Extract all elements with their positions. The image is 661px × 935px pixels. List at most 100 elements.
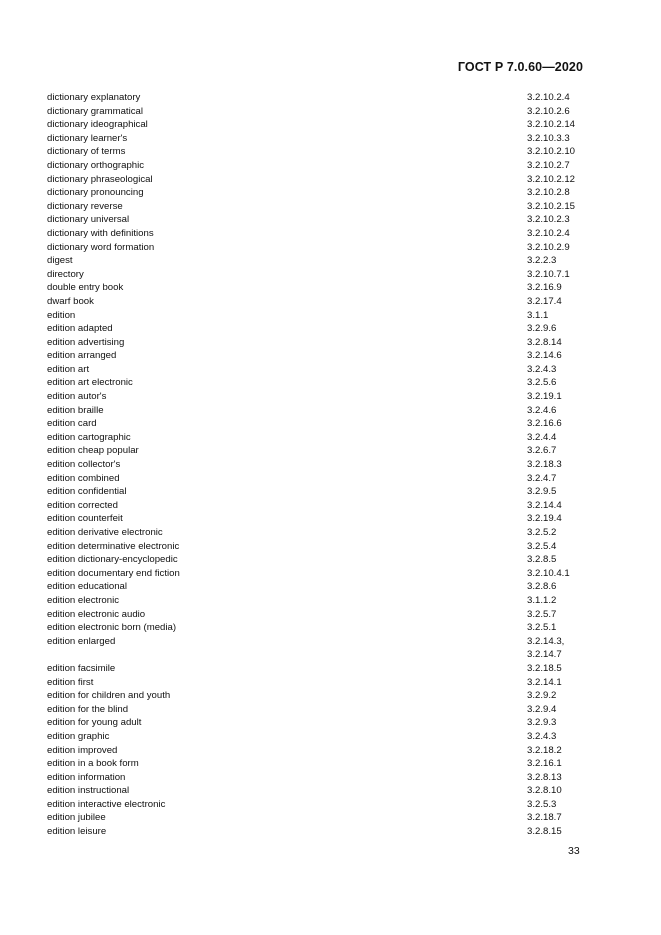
index-reference: 3.2.10.2.4 <box>527 227 570 239</box>
index-term: edition adapted <box>47 323 113 335</box>
index-term: edition for children and youth <box>47 690 171 702</box>
index-reference: 3.2.18.5 <box>527 662 562 674</box>
index-entry: dictionary pronouncing 3.2.10.2.8 <box>47 186 607 200</box>
page-number: 33 <box>568 845 580 857</box>
index-reference: 3.2.14.3, 3.2.14.7 <box>527 635 565 661</box>
index-entry: edition instructional 3.2.8.10 <box>47 784 607 798</box>
index-reference: 3.2.18.7 <box>527 812 562 824</box>
index-entry: edition interactive electronic 3.2.5.3 <box>47 798 607 812</box>
index-term: dictionary grammatical <box>47 105 143 117</box>
index-term: dictionary ideographical <box>47 119 148 131</box>
index-reference: 3.2.5.4 <box>527 540 557 552</box>
index-reference: 3.2.10.3.3 <box>527 132 570 144</box>
index-term: dictionary learner's <box>47 132 128 144</box>
index-entry: dictionary orthographic 3.2.10.2.7 <box>47 159 607 173</box>
index-entry: edition electronic 3.1.1.2 <box>47 594 607 608</box>
index-term: edition cheap popular <box>47 445 139 457</box>
index-term: double entry book <box>47 282 124 294</box>
index-term: edition cartographic <box>47 431 131 443</box>
index-entry: edition first 3.2.14.1 <box>47 676 607 690</box>
index-reference: 3.2.9.5 <box>527 486 557 498</box>
index-entry: edition art electronic 3.2.5.6 <box>47 376 607 390</box>
index-term: edition for the blind <box>47 703 129 715</box>
index-reference: 3.2.10.2.15 <box>527 200 576 212</box>
index-reference: 3.2.5.1 <box>527 622 557 634</box>
index-term: dictionary universal <box>47 214 130 226</box>
index-entry: edition advertising 3.2.8.14 <box>47 336 607 350</box>
index-reference: 3.1.1.2 <box>527 594 557 606</box>
index-reference: 3.2.5.3 <box>527 798 557 810</box>
index-reference: 3.2.4.6 <box>527 404 557 416</box>
index-reference: 3.2.9.2 <box>527 690 557 702</box>
index-term: edition jubilee <box>47 812 106 824</box>
index-term: edition leisure <box>47 826 107 838</box>
index-term: edition interactive electronic <box>47 798 166 810</box>
index-reference: 3.2.19.1 <box>527 391 562 403</box>
index-entry: dictionary reverse 3.2.10.2.15 <box>47 200 607 214</box>
index-entry: edition cartographic 3.2.4.4 <box>47 431 607 445</box>
index-term: edition advertising <box>47 336 125 348</box>
index-entry: edition information 3.2.8.13 <box>47 771 607 785</box>
index-entry: edition card 3.2.16.6 <box>47 417 607 431</box>
index-reference: 3.2.5.2 <box>527 527 557 538</box>
index-reference: 3.2.17.4 <box>527 295 562 307</box>
index-entry: dictionary universal 3.2.10.2.3 <box>47 213 607 227</box>
index-entry: edition determinative electronic 3.2.5.4 <box>47 540 607 554</box>
index-reference: 3.2.2.3 <box>527 255 557 267</box>
index-entry: double entry book 3.2.16.9 <box>47 281 607 295</box>
index-entry: edition adapted 3.2.9.6 <box>47 322 607 336</box>
index-reference: 3.2.8.10 <box>527 785 562 797</box>
index-term: edition documentary end fiction <box>47 567 180 579</box>
index-term: edition arranged <box>47 350 117 362</box>
index-reference: 3.2.14.1 <box>527 676 562 688</box>
index-entry: edition art 3.2.4.3 <box>47 363 607 377</box>
index-reference: 3.2.10.2.10 <box>527 146 576 158</box>
index-term: edition corrected <box>47 499 118 511</box>
index-term: edition electronic born (media) <box>47 622 177 634</box>
index-term: dictionary of terms <box>47 146 126 158</box>
index-entry: edition derivative electronic 3.2.5.2 <box>47 526 607 540</box>
index-term: edition electronic audio <box>47 608 146 620</box>
index-entry: edition for children and youth 3.2.9.2 <box>47 689 607 703</box>
index-entry: edition 3.1.1 <box>47 309 607 323</box>
index-term: dictionary explanatory <box>47 92 141 103</box>
index-entry: edition leisure 3.2.8.15 <box>47 825 607 839</box>
index-term: edition collector's <box>47 459 121 471</box>
index-entry: edition improved 3.2.18.2 <box>47 744 607 758</box>
index-reference: 3.2.10.2.7 <box>527 159 570 171</box>
index-term: edition facsimile <box>47 662 116 674</box>
index-reference: 3.2.14.4 <box>527 499 562 511</box>
index-reference: 3.2.8.15 <box>527 826 562 838</box>
index-entry: dwarf book 3.2.17.4 <box>47 295 607 309</box>
index-entry: dictionary with definitions 3.2.10.2.4 <box>47 227 607 241</box>
index-term: edition combined <box>47 472 120 484</box>
index-entry: dictionary of terms 3.2.10.2.10 <box>47 145 607 159</box>
index-entry: edition graphic 3.2.4.3 <box>47 730 607 744</box>
index-entry: edition braille 3.2.4.6 <box>47 404 607 418</box>
index-entry: edition for young adult 3.2.9.3 <box>47 716 607 730</box>
index-term: edition first <box>47 676 94 688</box>
index-term: dictionary with definitions <box>47 227 154 239</box>
index-reference: 3.2.10.2.9 <box>527 241 570 253</box>
index-entry: dictionary learner's 3.2.10.3.3 <box>47 132 607 146</box>
index-term: edition graphic <box>47 730 110 742</box>
index-reference: 3.2.10.2.8 <box>527 187 570 199</box>
index-term: edition <box>47 309 76 321</box>
index-term: edition educational <box>47 581 128 593</box>
index-entry: dictionary phraseological 3.2.10.2.12 <box>47 173 607 187</box>
index-term: edition for young adult <box>47 717 142 729</box>
index-reference: 3.2.4.3 <box>527 363 557 375</box>
index-reference: 3.2.8.13 <box>527 771 562 783</box>
index-reference: 3.2.5.7 <box>527 608 557 620</box>
index-term: edition art electronic <box>47 377 133 389</box>
index-reference: 3.2.14.6 <box>527 350 562 362</box>
index-entry: edition autor's 3.2.19.1 <box>47 390 607 404</box>
index-entry: edition corrected 3.2.14.4 <box>47 499 607 513</box>
index-entry: edition enlarged 3.2.14.3, 3.2.14.7 <box>47 635 607 662</box>
index-entry: edition in a book form 3.2.16.1 <box>47 757 607 771</box>
document-standard-header: ГОСТ Р 7.0.60—2020 <box>457 60 583 74</box>
index-entry: edition cheap popular 3.2.6.7 <box>47 444 607 458</box>
index-entry: digest 3.2.2.3 <box>47 254 607 268</box>
index-reference: 3.2.18.3 <box>527 459 562 471</box>
index-entry: edition arranged 3.2.14.6 <box>47 349 607 363</box>
